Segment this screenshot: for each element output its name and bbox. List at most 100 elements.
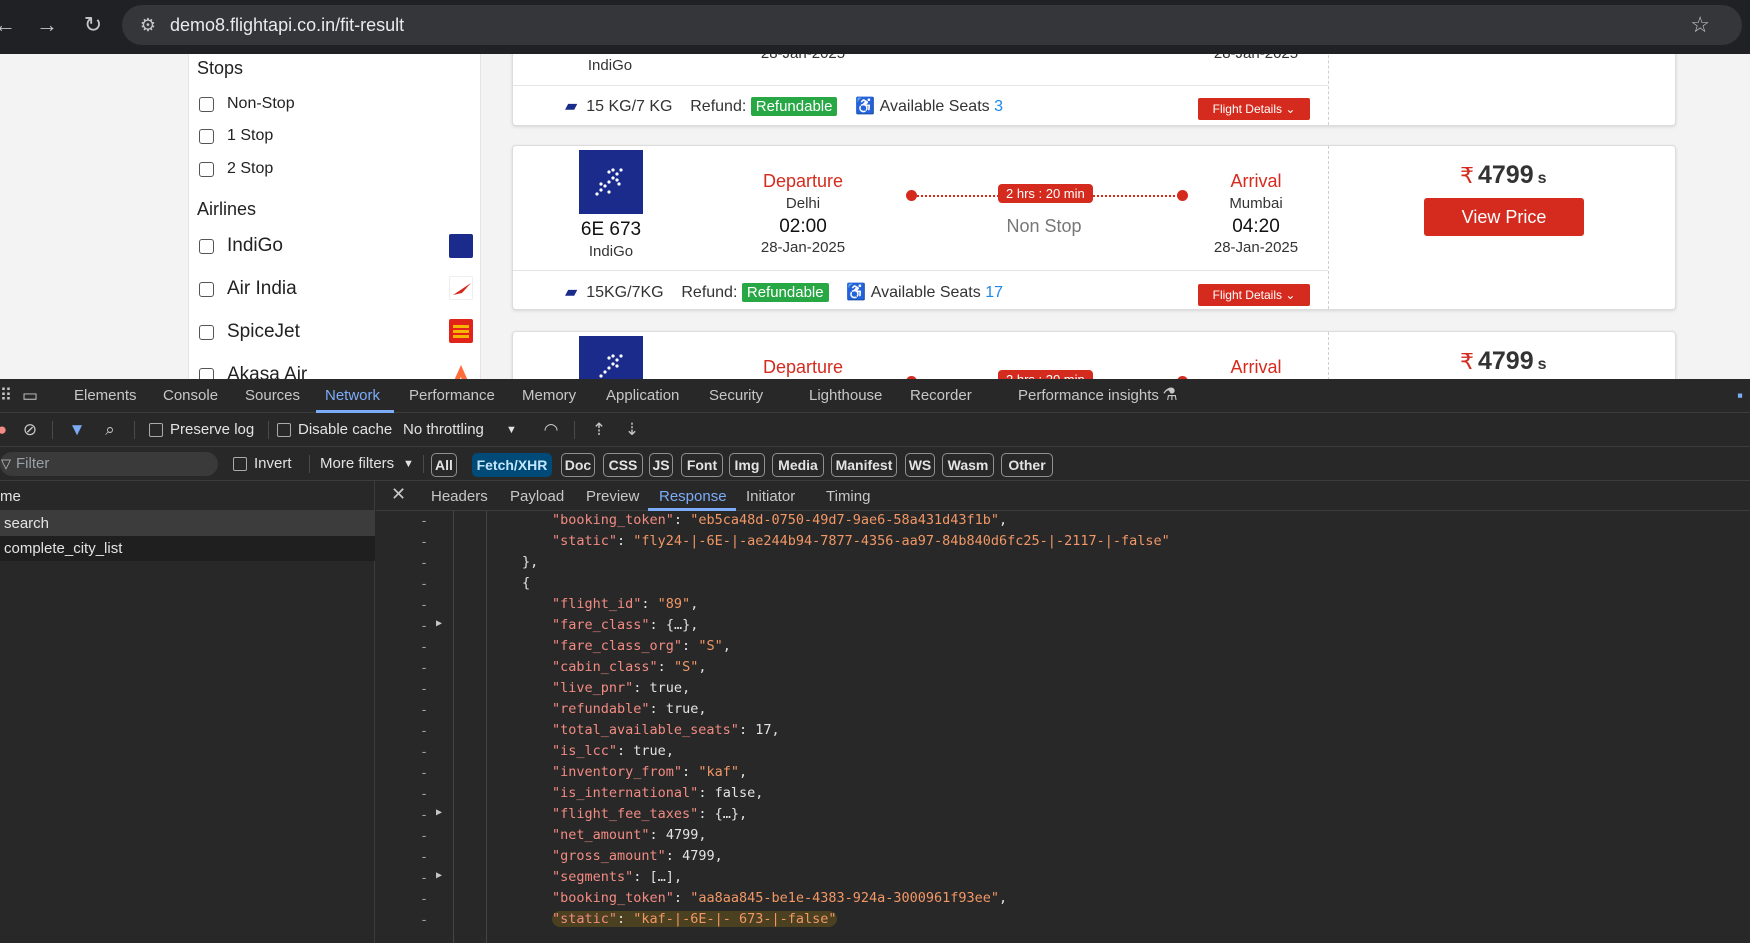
indigo-logo-icon xyxy=(579,150,643,214)
bookmark-star-icon[interactable]: ☆ xyxy=(1690,13,1710,37)
invert-checkbox[interactable] xyxy=(233,457,247,471)
expand-triangle-icon[interactable]: ▶ xyxy=(436,807,442,818)
more-filters-button[interactable]: More filters xyxy=(320,455,394,472)
tab-sources[interactable]: Sources xyxy=(245,387,300,404)
chip-wasm[interactable]: Wasm xyxy=(942,453,994,477)
site-info-icon[interactable]: ⚙ xyxy=(136,13,160,37)
forward-icon[interactable]: → xyxy=(34,12,60,38)
preserve-log-checkbox[interactable] xyxy=(149,423,163,437)
checkbox[interactable] xyxy=(199,368,214,379)
import-har-icon[interactable]: ⇡ xyxy=(589,420,609,440)
flight-details-button[interactable]: Flight Details ⌄ xyxy=(1198,98,1310,120)
request-row-selected[interactable]: search xyxy=(0,511,375,536)
chip-font[interactable]: Font xyxy=(681,453,723,477)
chip-manifest[interactable]: Manifest xyxy=(831,453,897,477)
filter-funnel-icon[interactable]: ▼ xyxy=(67,420,87,440)
line-gutter-marker: - xyxy=(420,555,429,571)
tab-timing[interactable]: Timing xyxy=(826,488,870,505)
checkbox[interactable] xyxy=(199,239,214,254)
tab-performance[interactable]: Performance xyxy=(409,387,495,404)
tab-headers[interactable]: Headers xyxy=(431,488,488,505)
chevron-down-icon[interactable]: ▼ xyxy=(506,424,517,436)
chip-ws[interactable]: WS xyxy=(905,453,935,477)
chip-all[interactable]: All xyxy=(431,453,457,477)
request-row[interactable]: complete_city_list xyxy=(0,536,375,561)
invert-label: Invert xyxy=(254,455,292,472)
card-separator xyxy=(513,85,1328,86)
disable-cache-checkbox[interactable] xyxy=(277,423,291,437)
code-text: "refundable": true, xyxy=(552,701,707,717)
expand-triangle-icon[interactable]: ▶ xyxy=(436,870,442,881)
tab-preview[interactable]: Preview xyxy=(586,488,639,505)
expand-triangle-icon[interactable]: ▶ xyxy=(436,618,442,629)
code-text: "cabin_class": "S", xyxy=(552,659,707,675)
refund-label: Refund: xyxy=(690,98,747,115)
line-gutter-marker: - xyxy=(420,870,429,886)
checkbox[interactable] xyxy=(199,129,214,144)
code-text: { xyxy=(522,575,531,591)
checkbox[interactable] xyxy=(199,282,214,297)
devtools-panel: ⠿ ▭ Elements Console Sources Network Per… xyxy=(0,379,1750,943)
chip-doc[interactable]: Doc xyxy=(561,453,595,477)
throttling-select[interactable]: No throttling xyxy=(403,421,484,438)
toolbar-separator xyxy=(268,421,269,439)
indigo-logo-icon xyxy=(449,234,473,258)
chip-css[interactable]: CSS xyxy=(603,453,643,477)
code-text: }, xyxy=(522,554,539,570)
view-price-button[interactable]: View Price xyxy=(1424,198,1584,236)
chip-img[interactable]: Img xyxy=(729,453,765,477)
chevron-down-icon[interactable]: ▼ xyxy=(403,458,414,470)
code-line: - "static": "kaf-|-6E-|- 673-|-false" xyxy=(376,910,1750,931)
rupee-symbol: ₹ xyxy=(1460,349,1474,374)
chip-media[interactable]: Media xyxy=(772,453,824,477)
line-gutter-marker: - xyxy=(420,597,429,613)
checkbox[interactable] xyxy=(199,97,214,112)
checkbox[interactable] xyxy=(199,325,214,340)
flight-card: 28-Jan-2025 28-Jan-2025 IndiGo ▰ 15 KG/7… xyxy=(512,54,1676,126)
request-list-header: me xyxy=(0,481,375,511)
tab-console[interactable]: Console xyxy=(163,387,218,404)
back-icon[interactable]: ← xyxy=(0,12,18,38)
filter-label: Akasa Air xyxy=(227,364,308,379)
duration-badge: 2 hrs : 20 min xyxy=(998,184,1093,203)
flight-details-button[interactable]: Flight Details ⌄ xyxy=(1198,284,1310,306)
tab-memory[interactable]: Memory xyxy=(522,387,576,404)
checkbox[interactable] xyxy=(199,162,214,177)
chip-other[interactable]: Other xyxy=(1001,453,1053,477)
tab-initiator[interactable]: Initiator xyxy=(746,488,795,505)
address-bar[interactable]: ⚙ demo8.flightapi.co.in/fit-result ☆ xyxy=(122,5,1742,45)
device-toolbar-icon[interactable]: ▭ xyxy=(20,386,40,406)
filter-label: IndiGo xyxy=(227,235,283,256)
fare-suffix: s xyxy=(1537,356,1547,373)
refund-label: Refund: xyxy=(681,284,738,301)
tab-lighthouse[interactable]: Lighthouse xyxy=(809,387,882,404)
code-text: "net_amount": 4799, xyxy=(552,827,707,843)
issues-icon[interactable]: ▪ xyxy=(1730,386,1750,406)
network-conditions-icon[interactable]: ◠ xyxy=(541,420,561,440)
url-text[interactable]: demo8.flightapi.co.in/fit-result xyxy=(170,15,404,36)
tab-payload[interactable]: Payload xyxy=(510,488,564,505)
reload-icon[interactable]: ↻ xyxy=(80,12,106,38)
code-text: "inventory_from": "kaf", xyxy=(552,764,748,780)
name-column-header[interactable]: me xyxy=(0,488,21,505)
filters-sidebar: Stops Non-Stop 1 Stop 2 Stop Airlines In… xyxy=(188,54,481,379)
chip-fetch-xhr[interactable]: Fetch/XHR xyxy=(472,453,552,477)
tab-security[interactable]: Security xyxy=(709,387,763,404)
tab-response[interactable]: Response xyxy=(659,488,727,505)
route-start-dot xyxy=(906,190,917,201)
tab-elements[interactable]: Elements xyxy=(74,387,137,404)
inspect-element-icon[interactable]: ⠿ xyxy=(0,386,16,406)
close-icon[interactable]: ✕ xyxy=(391,484,406,505)
filter-input[interactable]: Filter xyxy=(0,452,218,476)
tab-network[interactable]: Network xyxy=(325,387,380,404)
tab-recorder[interactable]: Recorder xyxy=(910,387,972,404)
chip-js[interactable]: JS xyxy=(649,453,673,477)
tab-application[interactable]: Application xyxy=(606,387,679,404)
clear-icon[interactable]: ⊘ xyxy=(20,420,40,440)
export-har-icon[interactable]: ⇣ xyxy=(622,420,642,440)
line-gutter-marker: - xyxy=(420,912,429,928)
tab-performance-insights[interactable]: Performance insights xyxy=(1018,387,1159,404)
search-icon[interactable]: ⌕ xyxy=(100,420,120,440)
record-icon[interactable]: ● xyxy=(0,420,12,440)
card-divider xyxy=(1328,54,1329,125)
